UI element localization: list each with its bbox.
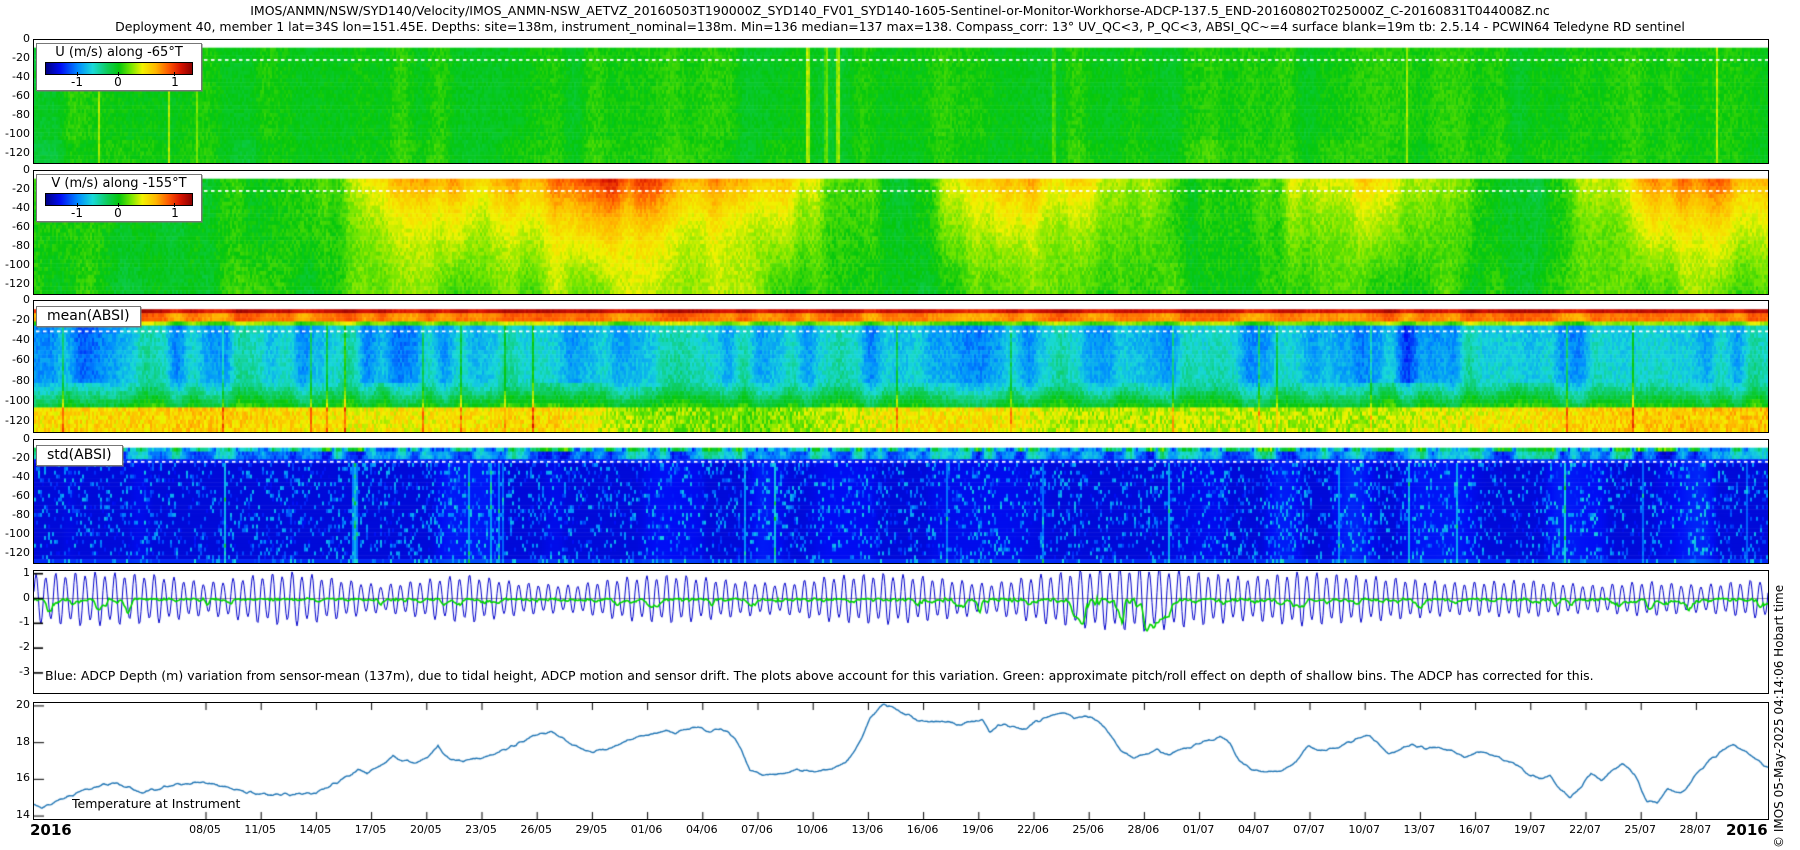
date-tick-label: 25/07	[1614, 823, 1666, 836]
date-tick-label: 17/05	[345, 823, 397, 836]
depth-tick-label: -100	[0, 395, 30, 407]
date-tick-label: 22/07	[1559, 823, 1611, 836]
depth-variation-tick-label: 0	[8, 592, 30, 604]
temperature-tick-label: 20	[4, 699, 30, 711]
date-tick-label: 13/06	[841, 823, 893, 836]
depth-tick-label: -60	[0, 90, 30, 102]
depth-variation-tick-label: -1	[8, 616, 30, 628]
depth-variation-annotation: Blue: ADCP Depth (m) variation from sens…	[45, 668, 1594, 683]
depth-tick-label: -80	[0, 240, 30, 252]
depth-tick-label: -60	[0, 354, 30, 366]
date-tick-label: 11/05	[234, 823, 286, 836]
depth-tick-label: -20	[0, 52, 30, 64]
v-velocity-heatmap	[34, 171, 1768, 294]
depth-tick-label: -40	[0, 471, 30, 483]
u-colorbar-legend: U (m/s) along -65°T -1 0 1	[36, 43, 202, 91]
u-colorbar-gradient	[45, 62, 193, 75]
colorbar-tick-label: 0	[106, 206, 130, 220]
depth-tick-label: -20	[0, 314, 30, 326]
depth-variation-tick-label: -3	[8, 666, 30, 678]
depth-tick-label: 0	[0, 164, 30, 176]
depth-tick-label: -120	[0, 415, 30, 427]
depth-tick-label: 0	[0, 294, 30, 306]
depth-tick-label: -20	[0, 452, 30, 464]
date-tick-label: 16/07	[1449, 823, 1501, 836]
date-tick-label: 10/07	[1338, 823, 1390, 836]
colorbar-tick-label: -1	[65, 75, 89, 89]
depth-tick-label: -60	[0, 490, 30, 502]
x-axis-year-left: 2016	[30, 821, 72, 839]
date-tick-label: 16/06	[897, 823, 949, 836]
date-tick-label: 01/06	[621, 823, 673, 836]
u-colorbar-labels: -1 0 1	[37, 75, 201, 90]
depth-tick-label: -40	[0, 334, 30, 346]
std-absi-label-box: std(ABSI)	[36, 445, 123, 466]
date-tick-label: 01/07	[1173, 823, 1225, 836]
depth-tick-label: 0	[0, 433, 30, 445]
panel-u-velocity: U (m/s) along -65°T -1 0 1	[33, 39, 1769, 164]
date-tick-label: 28/06	[1117, 823, 1169, 836]
date-tick-label: 08/05	[179, 823, 231, 836]
u-legend-title: U (m/s) along -65°T	[37, 44, 201, 60]
depth-tick-label: -120	[0, 547, 30, 559]
depth-tick-label: -100	[0, 128, 30, 140]
temperature-tick-label: 18	[4, 736, 30, 748]
depth-tick-label: 0	[0, 33, 30, 45]
temperature-label: Temperature at Instrument	[72, 796, 240, 811]
depth-tick-label: -40	[0, 71, 30, 83]
date-tick-label: 25/06	[1062, 823, 1114, 836]
depth-tick-label: -20	[0, 183, 30, 195]
depth-variation-tick-label: -2	[8, 641, 30, 653]
v-legend-title: V (m/s) along -155°T	[37, 175, 201, 191]
date-tick-label: 10/06	[786, 823, 838, 836]
date-tick-label: 26/05	[510, 823, 562, 836]
panel-temperature	[33, 702, 1769, 820]
depth-tick-label: -120	[0, 278, 30, 290]
date-tick-label: 23/05	[455, 823, 507, 836]
date-tick-label: 14/05	[289, 823, 341, 836]
depth-tick-label: -40	[0, 202, 30, 214]
v-colorbar-labels: -1 0 1	[37, 206, 201, 221]
depth-tick-label: -120	[0, 147, 30, 159]
std-absi-heatmap	[34, 440, 1768, 563]
date-tick-label: 22/06	[1007, 823, 1059, 836]
colorbar-tick-label: 1	[163, 206, 187, 220]
panel-mean-absi: mean(ABSI)	[33, 300, 1769, 433]
mean-absi-heatmap	[34, 301, 1768, 432]
v-colorbar-gradient	[45, 193, 193, 206]
figure-title-filename: IMOS/ANMN/NSW/SYD140/Velocity/IMOS_ANMN-…	[0, 3, 1800, 18]
date-tick-label: 19/06	[952, 823, 1004, 836]
date-tick-label: 28/07	[1669, 823, 1721, 836]
panel-v-velocity: V (m/s) along -155°T -1 0 1	[33, 170, 1769, 295]
mean-absi-label-box: mean(ABSI)	[36, 306, 141, 327]
date-tick-label: 04/07	[1228, 823, 1280, 836]
colorbar-tick-label: -1	[65, 206, 89, 220]
panel-std-absi: std(ABSI)	[33, 439, 1769, 564]
date-tick-label: 07/07	[1283, 823, 1335, 836]
temperature-tick-label: 14	[4, 809, 30, 821]
date-tick-label: 19/07	[1504, 823, 1556, 836]
x-axis-year-right: 2016	[1726, 821, 1768, 839]
u-velocity-heatmap	[34, 40, 1768, 163]
temperature-tick-label: 16	[4, 772, 30, 784]
date-tick-label: 29/05	[565, 823, 617, 836]
colorbar-tick-label: 1	[163, 75, 187, 89]
date-tick-label: 04/06	[676, 823, 728, 836]
depth-tick-label: -80	[0, 109, 30, 121]
date-tick-label: 07/06	[731, 823, 783, 836]
date-tick-label: 20/05	[400, 823, 452, 836]
imos-copyright-timestamp: © IMOS 05-May-2025 04:14:06 Hobart time	[1772, 418, 1786, 848]
depth-tick-label: -100	[0, 528, 30, 540]
v-colorbar-legend: V (m/s) along -155°T -1 0 1	[36, 174, 202, 222]
depth-tick-label: -80	[0, 509, 30, 521]
figure-subtitle-deployment: Deployment 40, member 1 lat=34S lon=151.…	[0, 19, 1800, 34]
depth-tick-label: -80	[0, 375, 30, 387]
figure-root: IMOS/ANMN/NSW/SYD140/Velocity/IMOS_ANMN-…	[0, 0, 1800, 850]
colorbar-tick-label: 0	[106, 75, 130, 89]
depth-tick-label: -100	[0, 259, 30, 271]
temperature-plot	[34, 703, 1768, 819]
date-tick-label: 13/07	[1393, 823, 1445, 836]
depth-variation-tick-label: 1	[8, 567, 30, 579]
depth-tick-label: -60	[0, 221, 30, 233]
